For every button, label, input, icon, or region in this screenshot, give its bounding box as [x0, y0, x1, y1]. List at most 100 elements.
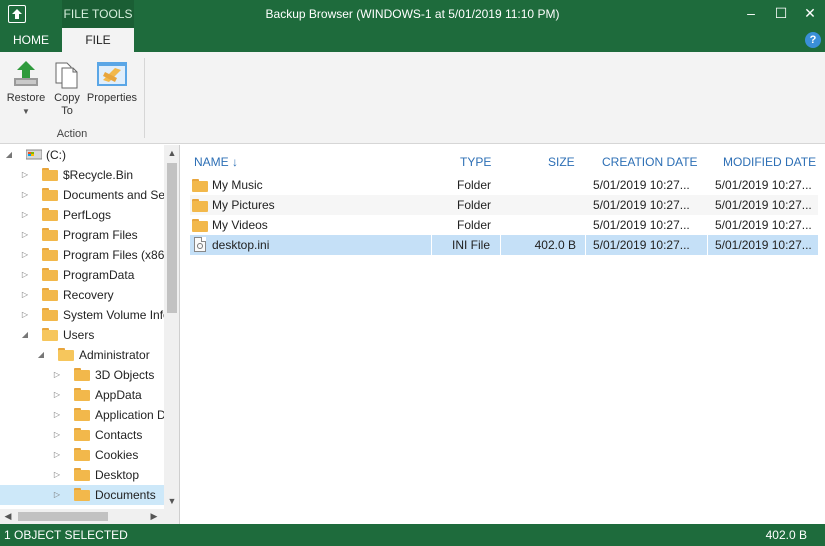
cell-modified-date: 5/01/2019 10:27...: [715, 238, 812, 252]
help-icon[interactable]: ?: [805, 32, 821, 48]
scrollbar-thumb[interactable]: [18, 512, 108, 521]
tree-item[interactable]: ▷ Recovery: [0, 285, 164, 305]
window-title: Backup Browser (WINDOWS-1 at 5/01/2019 1…: [265, 7, 560, 21]
expand-arrow-icon[interactable]: ▷: [20, 188, 30, 202]
expand-arrow-icon[interactable]: ▷: [52, 408, 62, 422]
cell-type: Folder: [457, 198, 492, 212]
tree-item-label: System Volume Info: [63, 308, 164, 322]
tree-item[interactable]: ▷ PerfLogs: [0, 205, 164, 225]
tree-vertical-scrollbar[interactable]: ▲ ▼: [164, 145, 179, 509]
copy-to-button[interactable]: Copy To: [50, 58, 84, 118]
chevron-down-icon[interactable]: ▼: [4, 105, 48, 118]
expand-arrow-icon[interactable]: ▷: [20, 228, 30, 242]
sort-arrow-icon: ↓: [232, 155, 239, 169]
expand-arrow-icon[interactable]: ▷: [20, 168, 30, 182]
minimize-button[interactable]: –: [736, 0, 766, 28]
scroll-up-icon[interactable]: ▲: [164, 145, 179, 161]
tree-item[interactable]: ▷ Cookies: [0, 445, 164, 465]
tree-item[interactable]: ▷ Program Files (x86): [0, 245, 164, 265]
status-selection-count: 1 OBJECT SELECTED: [4, 528, 128, 542]
cell-modified-date: 5/01/2019 10:27...: [715, 218, 812, 232]
expand-arrow-icon[interactable]: ▷: [20, 308, 30, 322]
tree-item[interactable]: ▷ Documents and Set: [0, 185, 164, 205]
tree-item[interactable]: ▷ ProgramData: [0, 265, 164, 285]
maximize-button[interactable]: ☐: [766, 0, 796, 28]
column-header-size[interactable]: SIZE: [548, 153, 575, 171]
folder-icon: [42, 268, 58, 281]
expand-arrow-icon[interactable]: ▷: [20, 268, 30, 282]
scroll-left-icon[interactable]: ◀: [0, 509, 16, 524]
column-header-type[interactable]: TYPE: [460, 153, 491, 171]
restore-icon: [14, 61, 38, 86]
tree-item-drive-c[interactable]: ◢ (C:): [0, 145, 164, 165]
folder-icon: [42, 248, 58, 261]
tree-item[interactable]: ▷ Application D: [0, 405, 164, 425]
tree-item[interactable]: ◢ Administrator: [0, 345, 164, 365]
expand-arrow-icon[interactable]: ▷: [52, 428, 62, 442]
column-header-modified-date[interactable]: MODIFIED DATE: [723, 153, 816, 171]
folder-open-icon: [58, 348, 74, 361]
table-row[interactable]: My Music Folder 5/01/2019 10:27... 5/01/…: [190, 175, 818, 195]
ini-file-icon: [194, 237, 206, 252]
tree-item[interactable]: ◢ Users: [0, 325, 164, 345]
table-row-selected[interactable]: desktop.ini INI File 402.0 B 5/01/2019 1…: [190, 235, 818, 255]
column-separator: [431, 235, 432, 255]
table-row[interactable]: My Pictures Folder 5/01/2019 10:27... 5/…: [190, 195, 818, 215]
tree-item[interactable]: ▷ Desktop: [0, 465, 164, 485]
folder-icon: [192, 199, 208, 212]
collapse-arrow-icon[interactable]: ◢: [36, 348, 46, 362]
copy-to-icon: [55, 62, 78, 89]
expand-arrow-icon[interactable]: ▷: [52, 368, 62, 382]
folder-icon: [74, 448, 90, 461]
tree-item-label: (C:): [46, 148, 66, 162]
tree-item[interactable]: ▷ $Recycle.Bin: [0, 165, 164, 185]
cell-name: desktop.ini: [212, 238, 270, 252]
close-button[interactable]: ✕: [795, 0, 825, 28]
cell-name: My Pictures: [212, 198, 275, 212]
cell-name: My Music: [212, 178, 263, 192]
title-bar: FILE TOOLS Backup Browser (WINDOWS-1 at …: [0, 0, 825, 28]
column-header-label: NAME: [194, 155, 229, 169]
scroll-right-icon[interactable]: ▶: [146, 509, 162, 524]
expand-arrow-icon[interactable]: ▷: [52, 488, 62, 502]
tree-item[interactable]: ▷ AppData: [0, 385, 164, 405]
collapse-arrow-icon[interactable]: ◢: [4, 148, 14, 162]
cell-creation-date: 5/01/2019 10:27...: [593, 238, 690, 252]
scrollbar-thumb[interactable]: [167, 163, 177, 313]
copy-to-label: Copy To: [54, 92, 80, 117]
tree-item[interactable]: ▷ Program Files: [0, 225, 164, 245]
drive-icon: [26, 149, 42, 160]
restore-button[interactable]: Restore ▼: [4, 58, 48, 118]
column-header-name[interactable]: NAME ↓: [194, 153, 238, 171]
folder-icon: [42, 168, 58, 181]
tree-item-label: Users: [63, 328, 95, 342]
tab-file[interactable]: FILE: [62, 28, 134, 52]
table-row[interactable]: My Videos Folder 5/01/2019 10:27... 5/01…: [190, 215, 818, 235]
expand-arrow-icon[interactable]: ▷: [52, 388, 62, 402]
tree-item[interactable]: ▷ Contacts: [0, 425, 164, 445]
ribbon-divider: [144, 58, 145, 138]
folder-open-icon: [42, 328, 58, 341]
column-header-creation-date[interactable]: CREATION DATE: [602, 153, 698, 171]
tab-home[interactable]: HOME: [0, 28, 62, 52]
tree-item-label: AppData: [95, 388, 142, 402]
tree-item[interactable]: ▷ System Volume Info: [0, 305, 164, 325]
expand-arrow-icon[interactable]: ▷: [52, 468, 62, 482]
properties-button[interactable]: Properties: [86, 58, 138, 105]
expand-arrow-icon[interactable]: ▷: [20, 208, 30, 222]
ribbon: Restore ▼ Copy To Properties Action: [0, 52, 825, 144]
collapse-arrow-icon[interactable]: ◢: [20, 328, 30, 342]
expand-arrow-icon[interactable]: ▷: [52, 448, 62, 462]
cell-type: Folder: [457, 178, 492, 192]
expand-arrow-icon[interactable]: ▷: [20, 248, 30, 262]
folder-icon: [74, 468, 90, 481]
expand-arrow-icon[interactable]: ▷: [20, 288, 30, 302]
cell-size: 402.0 B: [534, 238, 576, 252]
tree-item[interactable]: ▷ 3D Objects: [0, 365, 164, 385]
scroll-down-icon[interactable]: ▼: [164, 493, 179, 509]
tree-item-label: Documents: [95, 488, 156, 502]
tree-item-selected[interactable]: ▷ Documents: [0, 485, 164, 505]
folder-tree: ◢ (C:) ▷ $Recycle.Bin ▷ Documents and Se…: [0, 145, 180, 524]
tree-item-label: 3D Objects: [95, 368, 155, 382]
tree-horizontal-scrollbar[interactable]: ◀ ▶: [0, 509, 179, 524]
